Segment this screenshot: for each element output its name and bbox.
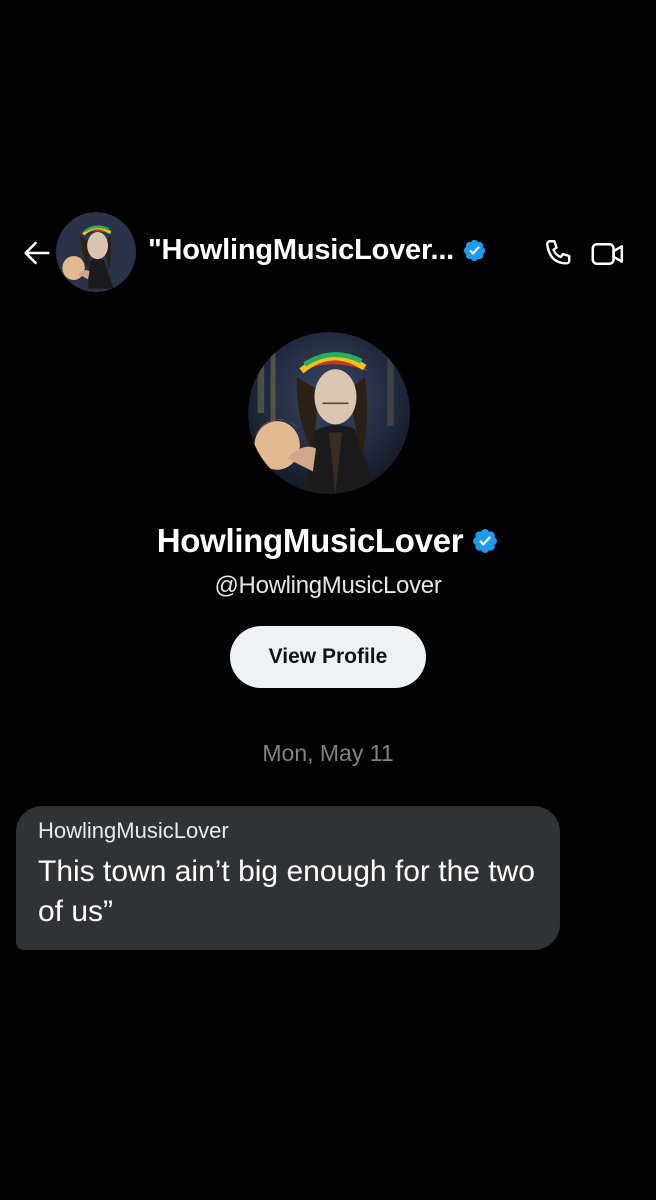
profile-handle: @HowlingMusicLover — [214, 572, 442, 599]
header-title-row[interactable]: "HowlingMusicLover... — [148, 234, 487, 267]
avatar-image — [56, 212, 136, 292]
verified-badge-icon — [462, 238, 487, 263]
message-text: This town ain’t big enough for the two o… — [38, 855, 535, 928]
profile-avatar[interactable] — [248, 332, 410, 494]
message-sender: HowlingMusicLover — [38, 818, 229, 843]
view-profile-button[interactable]: View Profile — [230, 626, 426, 688]
profile-display-name: HowlingMusicLover — [156, 522, 464, 559]
back-button[interactable] — [20, 236, 54, 270]
arrow-left-icon — [24, 241, 50, 265]
video-call-button[interactable] — [590, 238, 626, 270]
phone-icon — [546, 240, 571, 265]
profile-name-row: HowlingMusicLover — [0, 522, 656, 560]
call-button[interactable] — [540, 236, 576, 272]
message-bubble[interactable]: HowlingMusicLover This town ain’t big en… — [16, 806, 560, 950]
date-separator: Mon, May 11 — [262, 740, 394, 766]
video-camera-icon — [591, 243, 624, 265]
header-title: "HowlingMusicLover... — [148, 234, 455, 266]
conversation-header: "HowlingMusicLover... — [0, 206, 656, 302]
dm-conversation-screen: "HowlingMusicLover... HowlingMusicLover … — [0, 0, 656, 1200]
verified-badge-icon — [471, 527, 499, 555]
avatar-image — [248, 332, 410, 494]
header-avatar[interactable] — [56, 212, 136, 292]
